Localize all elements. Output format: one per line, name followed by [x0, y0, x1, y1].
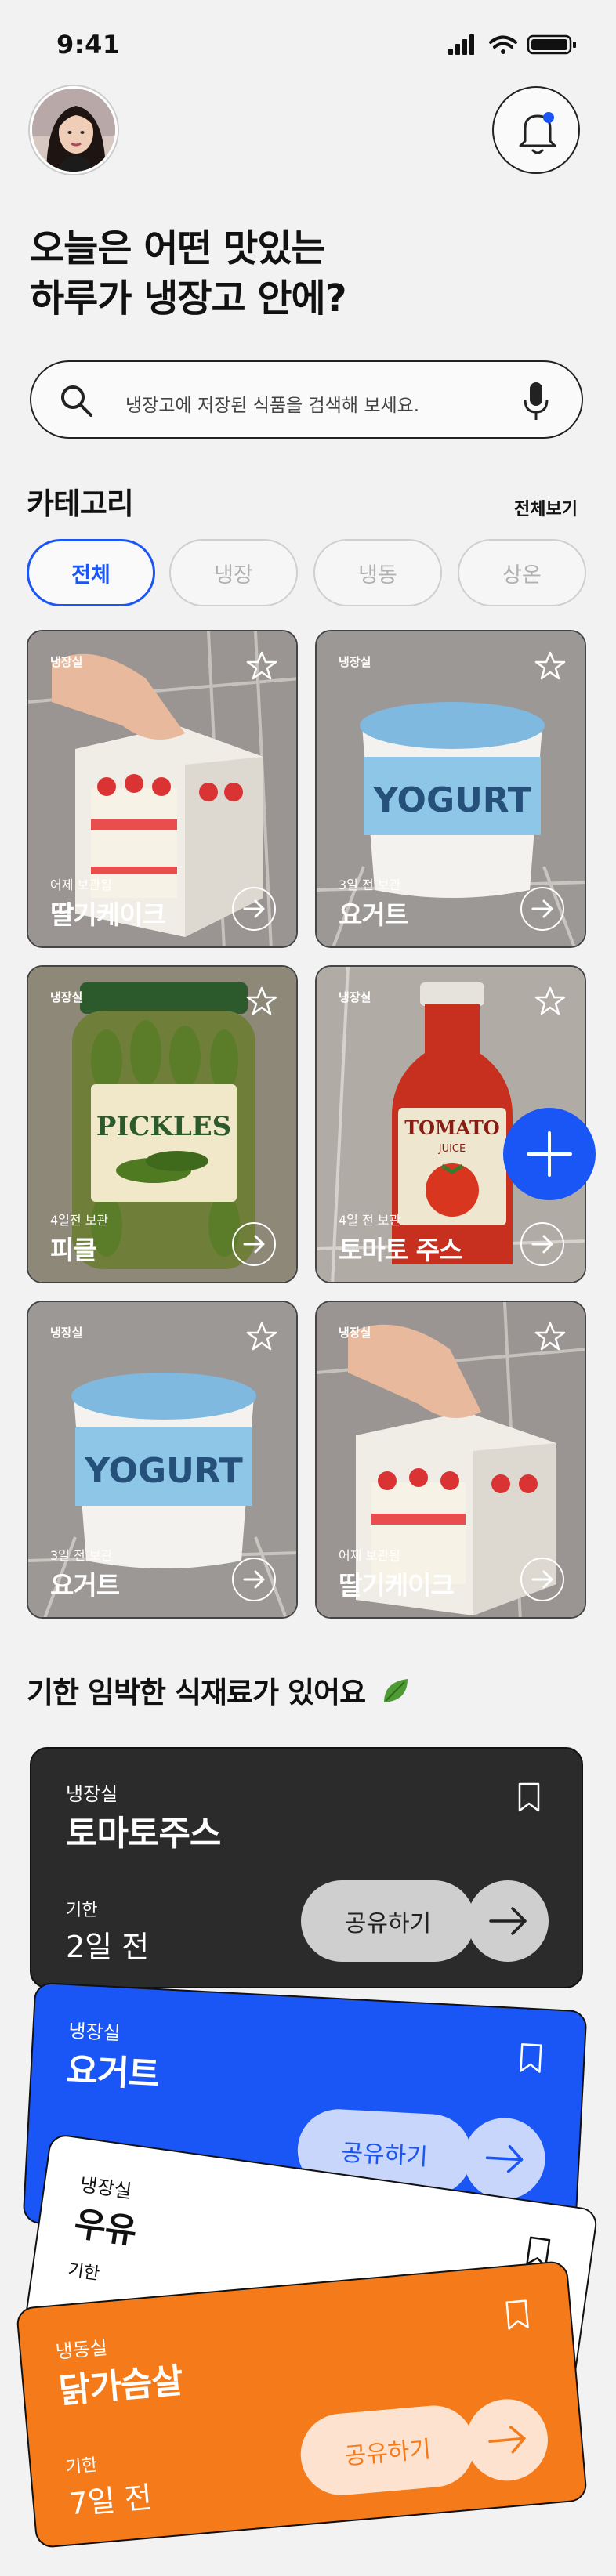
- expiring-card[interactable]: 냉동실 닭가슴살 기한 7일 전 공유하기: [15, 2259, 589, 2549]
- arrow-right-icon: [485, 2144, 524, 2173]
- card-stored-days: 어제 보관됨: [50, 877, 112, 892]
- card-stored-days: 3일 전 보관: [50, 1548, 113, 1563]
- expiring-deadline-value: 7일 전: [67, 2480, 154, 2522]
- page-title: 오늘은 어떤 맛있는 하루가 냉장고 안에?: [30, 223, 347, 324]
- bell-icon: [519, 112, 556, 154]
- plus-icon: [527, 1131, 572, 1177]
- card-location: 냉장실: [339, 1326, 371, 1340]
- arrow-right-icon: [243, 899, 265, 918]
- card-open-button[interactable]: [232, 887, 276, 931]
- share-button[interactable]: 공유하기: [297, 2402, 478, 2499]
- card-location: 냉장실: [339, 655, 371, 669]
- card-food-name: 딸기케이크: [50, 899, 166, 930]
- expiring-food-name: 요거트: [65, 2050, 161, 2096]
- expiring-food-name: 닭가슴살: [57, 2361, 184, 2411]
- chip-all[interactable]: 전체: [27, 539, 155, 606]
- expiring-open-button[interactable]: [462, 2396, 552, 2484]
- arrow-right-icon: [488, 2426, 526, 2454]
- arrow-right-icon: [489, 1907, 527, 1935]
- card-location: 냉장실: [339, 990, 371, 1004]
- bookmark-icon[interactable]: [517, 1782, 541, 1813]
- share-button[interactable]: 공유하기: [301, 1880, 475, 1962]
- food-card[interactable]: YOGURT 냉장실 3일 전 보관 요거트: [315, 630, 586, 948]
- home-screen: 9:41 오늘은 어떤 맛있는 하루가 냉장고 안에? 냉장고에 저장된 식품을…: [0, 0, 616, 2576]
- card-food-name: 요거트: [339, 899, 408, 930]
- card-location: 냉장실: [50, 1326, 83, 1340]
- card-food-name: 딸기케이크: [339, 1570, 455, 1601]
- card-food-name: 피클: [50, 1235, 97, 1265]
- chip-room-temp[interactable]: 상온: [458, 539, 586, 606]
- card-open-button[interactable]: [232, 1222, 276, 1266]
- search-icon: [61, 385, 92, 417]
- svg-text:YOGURT: YOGURT: [84, 1451, 242, 1491]
- page-title-line2: 하루가 냉장고 안에?: [30, 277, 347, 320]
- food-card[interactable]: 냉장실 어제 보관됨 딸기케이크: [27, 630, 298, 948]
- card-location: 냉장실: [50, 655, 83, 669]
- battery-icon: [527, 34, 576, 55]
- bookmark-icon[interactable]: [504, 2298, 530, 2331]
- expiring-title: 기한 임박한 식재료가 있어요: [27, 1669, 412, 1711]
- food-card[interactable]: PICKLES 냉장실 4일전 보관 피클: [27, 965, 298, 1283]
- see-all-link[interactable]: 전체보기: [514, 495, 578, 520]
- expiring-food-name: 우유: [71, 2203, 139, 2252]
- star-icon[interactable]: [246, 986, 277, 1017]
- category-title: 카테고리: [27, 487, 134, 521]
- expiring-title-text: 기한 임박한 식재료가 있어요: [27, 1676, 366, 1709]
- svg-text:YOGURT: YOGURT: [372, 780, 531, 820]
- notification-dot: [543, 112, 554, 123]
- avatar[interactable]: [30, 86, 118, 174]
- arrow-right-icon: [243, 1570, 265, 1589]
- arrow-right-icon: [531, 1235, 553, 1254]
- star-icon[interactable]: [534, 650, 566, 682]
- arrow-right-icon: [531, 899, 553, 918]
- expiring-deadline-label: 기한: [64, 2455, 99, 2478]
- expiring-location: 냉장실: [67, 2020, 121, 2045]
- svg-text:PICKLES: PICKLES: [96, 1111, 231, 1142]
- card-open-button[interactable]: [520, 887, 564, 931]
- notification-button[interactable]: [492, 86, 580, 174]
- star-icon[interactable]: [246, 1321, 277, 1352]
- card-food-name: 토마토 주스: [339, 1235, 462, 1265]
- expiring-open-button[interactable]: [461, 2115, 548, 2202]
- card-stored-days: 3일 전 보관: [339, 877, 401, 892]
- food-card[interactable]: YOGURT 냉장실 3일 전 보관 요거트: [27, 1301, 298, 1619]
- leaf-icon: [384, 1679, 408, 1702]
- search-bar[interactable]: 냉장고에 저장된 식품을 검색해 보세요.: [30, 360, 583, 439]
- star-icon[interactable]: [534, 1321, 566, 1352]
- arrow-right-icon: [243, 1235, 265, 1254]
- search-input[interactable]: 냉장고에 저장된 식품을 검색해 보세요.: [125, 390, 419, 417]
- status-time: 9:41: [56, 30, 121, 60]
- add-food-button[interactable]: [503, 1108, 596, 1200]
- expiring-deadline-label: 기한: [66, 2260, 101, 2285]
- card-open-button[interactable]: [520, 1222, 564, 1266]
- star-icon[interactable]: [534, 986, 566, 1017]
- status-icons: [448, 34, 576, 55]
- page-title-line1: 오늘은 어떤 맛있는: [30, 226, 326, 270]
- wifi-icon: [489, 35, 517, 54]
- card-stored-days: 4일전 보관: [50, 1213, 109, 1228]
- expiring-deadline-value: 2일 전: [66, 1930, 150, 1964]
- expiring-deadline-label: 기한: [66, 1901, 98, 1920]
- star-icon[interactable]: [246, 650, 277, 682]
- svg-text:JUICE: JUICE: [438, 1143, 466, 1155]
- arrow-right-icon: [531, 1570, 553, 1589]
- svg-text:TOMATO: TOMATO: [404, 1116, 499, 1139]
- card-stored-days: 4일 전 보관: [339, 1213, 401, 1228]
- card-location: 냉장실: [50, 990, 83, 1004]
- food-card[interactable]: 냉장실 어제 보관됨 딸기케이크: [315, 1301, 586, 1619]
- card-stored-days: 어제 보관됨: [339, 1548, 400, 1563]
- signal-icon: [448, 34, 474, 55]
- microphone-icon[interactable]: [520, 381, 552, 421]
- chip-freezer[interactable]: 냉동: [313, 539, 442, 606]
- expiring-location: 냉장실: [66, 1783, 118, 1805]
- expiring-open-button[interactable]: [467, 1880, 549, 1962]
- card-open-button[interactable]: [232, 1558, 276, 1601]
- expiring-card[interactable]: 냉장실 토마토주스 기한 2일 전 공유하기: [30, 1747, 583, 1988]
- expiring-food-name: 토마토주스: [66, 1814, 221, 1854]
- bookmark-icon[interactable]: [518, 2042, 543, 2075]
- card-food-name: 요거트: [50, 1570, 120, 1601]
- chip-fridge[interactable]: 냉장: [169, 539, 298, 606]
- card-open-button[interactable]: [520, 1558, 564, 1601]
